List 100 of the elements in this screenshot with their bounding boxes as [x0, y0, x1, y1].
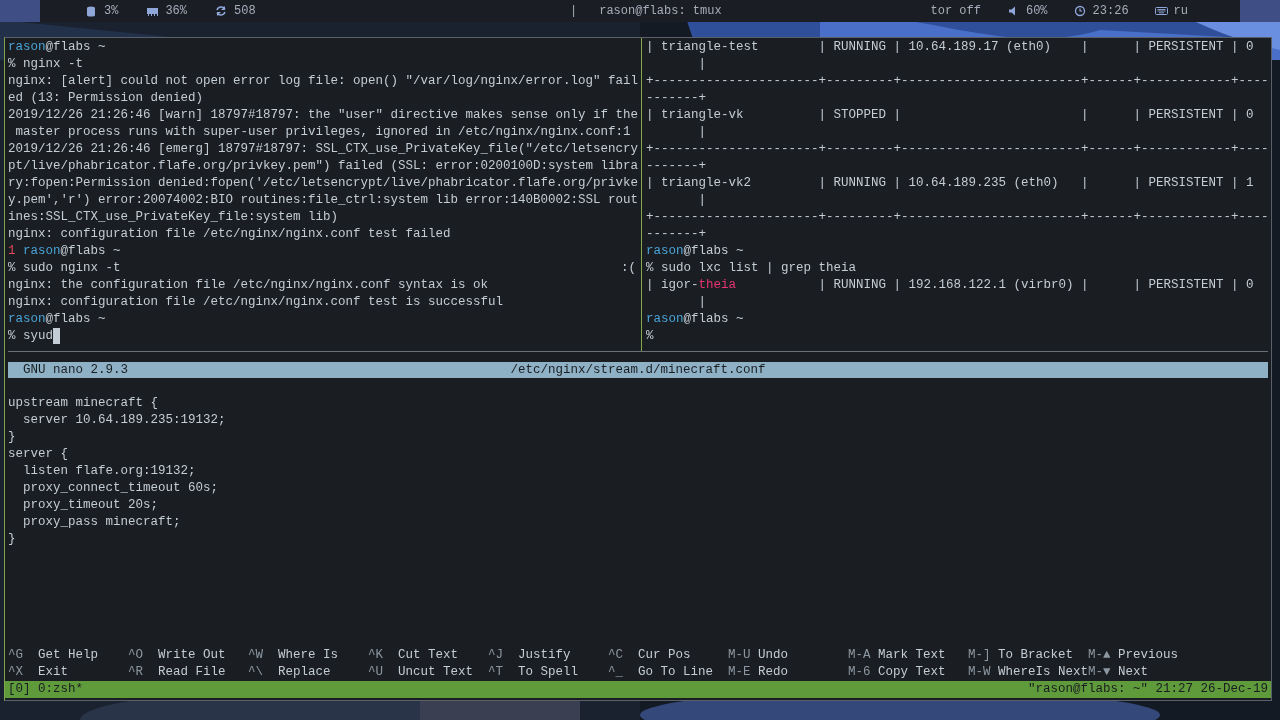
- file-path: /etc/nginx/stream.d/minecraft.conf: [510, 362, 766, 378]
- shortcut-key: M-A: [848, 647, 878, 664]
- terminal-line: |: [697, 124, 706, 141]
- shortcut-label: Get Help: [38, 647, 98, 664]
- shortcut-label: Where Is: [278, 647, 338, 664]
- terminal-line: pt/live/phabricator.flafe.org/privkey.pem") failed (SSL: error:0200100D:system libra: [8, 158, 639, 175]
- shortcut-key: M-▼: [1088, 664, 1118, 681]
- keyboard-icon: [1154, 5, 1168, 17]
- terminal-line: 2019/12/26 21:26:46 [warn] 18797#18797: the "user" directive makes sense only if the: [8, 107, 639, 124]
- window-tab[interactable]: [0] 0:zsh*: [8, 681, 83, 698]
- terminal-line: % sudo nginx -t: [8, 260, 121, 277]
- shortcut-label: Cur Pos: [638, 647, 691, 664]
- code-line: }: [8, 430, 16, 444]
- shortcut-label: Exit: [38, 664, 68, 681]
- shortcut-key: ^K: [368, 647, 398, 664]
- terminal-line: | triangle-test | RUNNING | 10.64.189.17 (eth0) | | PERSISTENT | 0: [646, 39, 1254, 56]
- shortcut-label: Undo: [758, 647, 788, 664]
- code-line: upstream minecraft {: [8, 396, 159, 410]
- code-line: proxy_timeout 20s;: [22, 498, 159, 512]
- status-text: tor off: [930, 3, 981, 20]
- terminal-line: rason@flabs ~: [646, 243, 744, 260]
- shortcut-label: To Bracket: [998, 647, 1073, 664]
- terminal-line: nginx: configuration file /etc/nginx/nginx.conf test failed: [8, 226, 451, 243]
- terminal-line: rason@flabs ~: [8, 311, 106, 328]
- shortcut-label: Next: [1118, 664, 1148, 681]
- shortcut-label: Justify: [518, 647, 571, 664]
- terminal-line: % nginx -t: [8, 56, 83, 73]
- terminal-line: |: [697, 192, 706, 209]
- code-line: proxy_connect_timeout 60s;: [22, 481, 219, 495]
- shortcut-label: Replace: [278, 664, 331, 681]
- terminal-line: -------+: [646, 90, 706, 107]
- shortcut-key: ^R: [128, 664, 158, 681]
- shortcut-key: ^C: [608, 647, 638, 664]
- status-text: 23:26: [1092, 3, 1129, 20]
- terminal-line: 1 rason@flabs ~: [8, 243, 121, 260]
- shortcut-label: Mark Text: [878, 647, 946, 664]
- shortcut-key: M-]: [968, 647, 998, 664]
- terminal-line: rason@flabs ~: [646, 311, 744, 328]
- terminal-line: -------+: [646, 158, 706, 175]
- terminal-line: % syud: [8, 328, 53, 345]
- terminal-line: |: [697, 294, 706, 311]
- terminal-line: nginx: the configuration file /etc/nginx/nginx.conf syntax is ok: [8, 277, 489, 294]
- editor-title: GNU nano 2.9.3: [22, 362, 130, 378]
- memory-icon: [146, 5, 160, 17]
- shortcut-key: ^O: [128, 647, 158, 664]
- terminal-line: | triangle-vk2 | RUNNING | 10.64.189.235 (eth0) | | PERSISTENT | 1: [646, 175, 1254, 192]
- terminal-line: +----------------------+---------+------------------------+------+------------+----: [646, 73, 1269, 90]
- shortcut-key: ^_: [608, 664, 638, 681]
- terminal-line: |: [697, 56, 706, 73]
- terminal-line: % sudo lxc list | grep theia: [646, 260, 857, 277]
- status-text: 508: [234, 3, 256, 20]
- shortcut-label: Copy Text: [878, 664, 946, 681]
- shortcut-label: WhereIs Next: [998, 664, 1088, 681]
- shortcut-key: M-U: [728, 647, 758, 664]
- shortcut-key: ^U: [368, 664, 398, 681]
- terminal-line: +----------------------+---------+------------------------+------+------------+----: [646, 209, 1269, 226]
- status-text: |: [570, 3, 578, 20]
- shortcut-key: ^X: [8, 664, 38, 681]
- terminal-line: +----------------------+---------+------------------------+------+------------+----: [646, 141, 1269, 158]
- shortcut-label: Uncut Text: [398, 664, 473, 681]
- status-text: :(: [621, 260, 636, 277]
- shortcut-key: ^G: [8, 647, 38, 664]
- shortcut-label: Read File: [158, 664, 226, 681]
- code-line: }: [8, 532, 16, 546]
- terminal-line: master process runs with super-user privileges, ignored in /etc/nginx/nginx.conf:1: [14, 124, 631, 141]
- corner-tile: [1240, 0, 1280, 22]
- terminal-line: nginx: configuration file /etc/nginx/nginx.conf test is successful: [8, 294, 504, 311]
- status-text: 3%: [104, 3, 119, 20]
- terminal-line: | triangle-vk | STOPPED | | | PERSISTENT | 0: [646, 107, 1254, 124]
- clock-icon: [1073, 5, 1087, 17]
- terminal-line: y.pem','r') error:20074002:BIO routines:file_ctrl:system lib error:140B0002:SSL rout: [8, 192, 639, 209]
- status-text: rason@flabs: tmux: [599, 3, 722, 20]
- shortcut-key: ^T: [488, 664, 518, 681]
- status-text: 36%: [165, 3, 187, 20]
- shortcut-key: M-▲: [1088, 647, 1118, 664]
- shortcut-label: Previous: [1118, 647, 1178, 664]
- shortcut-label: To Spell: [518, 664, 578, 681]
- terminal-line: 2019/12/26 21:26:46 [emerg] 18797#18797: SSL_CTX_use_PrivateKey_file("/etc/letsencry: [8, 141, 639, 158]
- terminal-line: %: [646, 328, 654, 345]
- shortcut-key: M-W: [968, 664, 998, 681]
- status-text: ru: [1173, 3, 1188, 20]
- terminal-line: ry:fopen:Permission denied:fopen('/etc/letsencrypt/live/phabricator.flafe.org/privke: [8, 175, 639, 192]
- terminal-line: rason@flabs ~: [8, 39, 106, 56]
- status-text: 60%: [1025, 3, 1048, 20]
- shortcut-key: M-E: [728, 664, 758, 681]
- code-line: listen flafe.org:19132;: [22, 464, 196, 478]
- shortcut-label: Write Out: [158, 647, 226, 664]
- shortcut-label: Cut Text: [398, 647, 458, 664]
- terminal-line: -------+: [646, 226, 706, 243]
- code-line: server 10.64.189.235:19132;: [22, 413, 226, 427]
- status-text: "rason@flabs: ~" 21:27 26-Dec-19: [1027, 681, 1268, 698]
- shortcut-key: ^\: [248, 664, 278, 681]
- corner-tile: [0, 0, 40, 22]
- shortcut-label: Redo: [758, 664, 788, 681]
- terminal-line: ed (13: Permission denied): [8, 90, 204, 107]
- shortcut-label: Go To Line: [638, 664, 713, 681]
- terminal-line: nginx: [alert] could not open error log file: open() "/var/log/nginx/error.log" fail: [8, 73, 639, 90]
- shortcut-key: M-6: [848, 664, 878, 681]
- shortcut-key: ^J: [488, 647, 518, 664]
- terminal-line: ines:SSL_CTX_use_PrivateKey_file:system lib): [8, 209, 339, 226]
